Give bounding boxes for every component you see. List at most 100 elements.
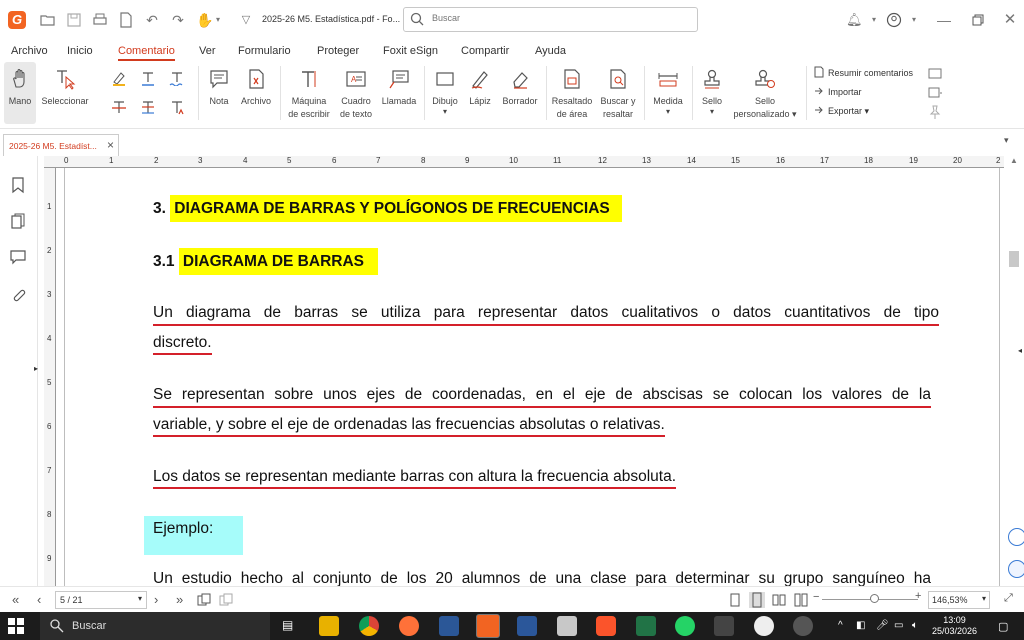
- search-input[interactable]: [432, 13, 682, 23]
- save-icon[interactable]: [66, 12, 82, 28]
- two-page-continuous-icon[interactable]: [794, 593, 808, 607]
- document-viewport[interactable]: 3. DIAGRAMA DE BARRAS Y POLÍGONOS DE FRE…: [56, 168, 1000, 586]
- chevron-down-icon[interactable]: ▾: [906, 12, 922, 28]
- notifications-icon[interactable]: ▢: [998, 620, 1008, 633]
- hand-tool-button[interactable]: Mano: [4, 62, 36, 124]
- app-icon[interactable]: [754, 616, 774, 636]
- new-document-icon[interactable]: [118, 12, 134, 28]
- first-page-icon[interactable]: «: [12, 592, 19, 607]
- undo-icon[interactable]: ↶: [144, 12, 160, 28]
- file-attachment-button[interactable]: Archivo: [237, 62, 275, 124]
- app-icon[interactable]: [714, 616, 734, 636]
- tab-formulario[interactable]: Formulario: [238, 45, 291, 57]
- close-tab-icon[interactable]: ×: [107, 138, 114, 152]
- tab-archivo[interactable]: Archivo: [11, 45, 48, 57]
- network-icon[interactable]: ▭: [894, 620, 903, 631]
- area-highlight-button[interactable]: Resaltado de área: [550, 62, 594, 124]
- export-button[interactable]: Exportar ▾: [813, 104, 869, 117]
- pin-icon[interactable]: [927, 104, 943, 120]
- previous-view-icon[interactable]: [197, 593, 211, 607]
- import-button[interactable]: Importar: [813, 85, 862, 97]
- show-comments-icon[interactable]: [927, 66, 943, 82]
- drawing-button[interactable]: Dibujo ▾: [428, 62, 462, 124]
- bookmark-icon[interactable]: [9, 176, 27, 194]
- firefox-icon[interactable]: [399, 616, 419, 636]
- notification-bell-icon[interactable]: 🔔︎: [846, 12, 863, 28]
- continuous-view-icon[interactable]: [749, 592, 765, 608]
- scrollbar-thumb[interactable]: [1009, 251, 1019, 267]
- customize-toolbar-icon[interactable]: ▽: [238, 12, 254, 28]
- comment-options-icon[interactable]: [927, 85, 943, 101]
- search-box[interactable]: [403, 7, 698, 32]
- tab-foxit-esign[interactable]: Foxit eSign: [383, 45, 438, 57]
- next-page-icon[interactable]: ›: [154, 592, 158, 607]
- textbox-button[interactable]: A Cuadro de texto: [336, 62, 376, 124]
- tray-overflow-icon[interactable]: ^: [838, 620, 843, 631]
- windows-start-icon[interactable]: [8, 618, 24, 634]
- tab-ayuda[interactable]: Ayuda: [535, 45, 566, 57]
- expand-panel-icon[interactable]: ▸: [34, 364, 38, 373]
- eraser-button[interactable]: Borrador: [498, 62, 542, 124]
- previous-page-icon[interactable]: ‹: [37, 592, 41, 607]
- print-icon[interactable]: [92, 12, 108, 28]
- excel-icon[interactable]: [636, 616, 656, 636]
- squiggly-underline-icon[interactable]: [169, 70, 185, 86]
- select-tool-button[interactable]: Seleccionar: [38, 62, 92, 124]
- zoom-slider-handle[interactable]: [870, 594, 879, 603]
- zoom-level-field[interactable]: 146,53% ▾: [928, 591, 990, 609]
- zoom-out-icon[interactable]: −: [813, 591, 819, 603]
- replace-text-icon[interactable]: [140, 99, 156, 115]
- comments-panel-icon[interactable]: [9, 248, 27, 266]
- open-folder-icon[interactable]: [40, 12, 56, 28]
- tab-inicio[interactable]: Inicio: [67, 45, 93, 57]
- attachments-icon[interactable]: [9, 286, 27, 304]
- tab-list-chevron-icon[interactable]: ▾: [1004, 135, 1009, 146]
- account-icon[interactable]: [886, 12, 902, 28]
- note-button[interactable]: Nota: [203, 62, 235, 124]
- app-icon[interactable]: [793, 616, 813, 636]
- task-view-icon[interactable]: ▤: [282, 618, 293, 632]
- app-icon[interactable]: [439, 616, 459, 636]
- underline-text-icon[interactable]: [140, 70, 156, 86]
- microphone-icon[interactable]: 🎤︎: [876, 620, 889, 631]
- tab-compartir[interactable]: Compartir: [461, 45, 509, 57]
- typewriter-button[interactable]: Máquina de escribir: [284, 62, 334, 124]
- two-page-view-icon[interactable]: [772, 593, 786, 607]
- pdf-page[interactable]: 3. DIAGRAMA DE BARRAS Y POLÍGONOS DE FRE…: [64, 168, 1000, 586]
- brave-icon[interactable]: [596, 616, 616, 636]
- chevron-down-icon[interactable]: ▾: [210, 12, 226, 28]
- custom-stamp-button[interactable]: Sello personalizado ▾: [730, 62, 800, 124]
- callout-button[interactable]: Llamada: [378, 62, 420, 124]
- document-tab[interactable]: 2025-26 M5. Estadíst... ×: [3, 134, 119, 156]
- taskbar-clock[interactable]: 13:09 25/03/2026: [932, 615, 977, 637]
- tab-ver[interactable]: Ver: [199, 45, 216, 57]
- summarize-comments-button[interactable]: Resumir comentarios: [813, 66, 913, 78]
- tab-comentario[interactable]: Comentario: [118, 45, 175, 61]
- next-view-icon[interactable]: [219, 593, 233, 607]
- volume-icon[interactable]: 🔈︎: [912, 620, 918, 631]
- tray-icon[interactable]: ◧: [856, 620, 865, 631]
- taskbar-search-box[interactable]: Buscar: [40, 612, 270, 640]
- zoom-in-icon[interactable]: +: [915, 590, 921, 602]
- tab-proteger[interactable]: Proteger: [317, 45, 359, 57]
- file-explorer-icon[interactable]: [319, 616, 339, 636]
- page-number-field[interactable]: 5 / 21 ▾: [55, 591, 147, 609]
- assistant-icon[interactable]: [1008, 528, 1024, 546]
- fullscreen-icon[interactable]: ⤢: [1004, 592, 1013, 605]
- calculator-icon[interactable]: [557, 616, 577, 636]
- strikeout-icon[interactable]: [111, 99, 127, 115]
- ai-assistant-icon[interactable]: [1008, 560, 1024, 578]
- restore-icon[interactable]: [970, 12, 986, 28]
- stamp-button[interactable]: Sello ▾: [696, 62, 728, 124]
- single-page-view-icon[interactable]: [728, 593, 742, 607]
- whatsapp-icon[interactable]: [675, 616, 695, 636]
- scroll-up-icon[interactable]: ▲: [1010, 156, 1018, 165]
- word-icon[interactable]: [517, 616, 537, 636]
- search-highlight-button[interactable]: Buscar y resaltar: [596, 62, 640, 124]
- highlight-icon[interactable]: [111, 70, 127, 86]
- last-page-icon[interactable]: »: [176, 592, 183, 607]
- vertical-scrollbar[interactable]: ▲ ◂: [1004, 156, 1024, 586]
- chevron-down-icon[interactable]: ▾: [866, 12, 882, 28]
- foxit-logo-icon[interactable]: G: [8, 11, 26, 29]
- foxit-taskbar-icon[interactable]: [476, 614, 500, 638]
